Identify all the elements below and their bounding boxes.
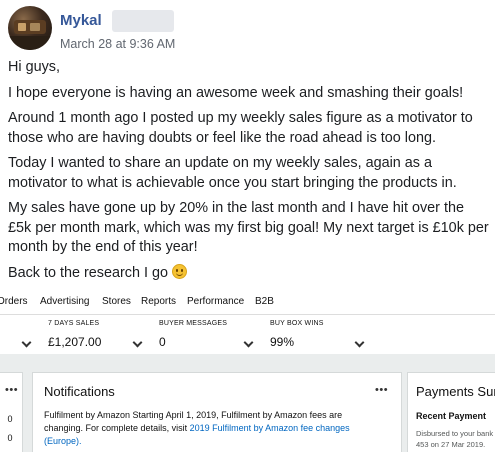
metric-label-messages: BUYER MESSAGES: [159, 320, 228, 327]
nav-advertising[interactable]: Advertising: [40, 296, 89, 307]
post-closing-line: Back to the research I go: [8, 263, 490, 284]
payment-detail-line: Disbursed to your bank: [416, 429, 494, 438]
fee-changes-link-suffix[interactable]: (Europe).: [44, 436, 82, 446]
post-paragraph: Hi guys,: [8, 59, 60, 75]
chevron-down-icon[interactable]: [21, 337, 32, 348]
post-body: Hi guys, I hope everyone is having an aw…: [8, 58, 490, 289]
notifications-title: Notifications: [44, 384, 115, 399]
metric-value-messages: 0: [159, 335, 166, 349]
nav-orders[interactable]: Orders: [0, 296, 28, 307]
post-timestamp[interactable]: March 28 at 9:36 AM: [60, 37, 175, 51]
payments-title: Payments Sum: [416, 384, 495, 399]
more-options-icon[interactable]: •••: [375, 384, 388, 396]
avatar-image-detail: [18, 23, 26, 31]
chevron-down-icon[interactable]: [243, 337, 254, 348]
notification-message: Fulfilment by Amazon Starting April 1, 2…: [44, 409, 374, 448]
more-options-icon[interactable]: •••: [5, 384, 18, 396]
avatar[interactable]: [8, 6, 52, 50]
seller-central-nav: Orders Advertising Stores Reports Perfor…: [0, 288, 495, 314]
left-widget-value: 0: [7, 433, 13, 443]
recent-payment-label: Recent Payment: [416, 411, 487, 421]
payment-details: Disbursed to your bank 453 on 27 Mar 2019…: [416, 428, 495, 450]
metric-label-sales: 7 DAYS SALES: [48, 320, 100, 327]
nav-stores[interactable]: Stores: [102, 296, 131, 307]
notification-source: Fulfilment by Amazon: [44, 410, 131, 420]
post-paragraph: I hope everyone is having an awesome wee…: [8, 84, 464, 101]
author-name[interactable]: Mykal: [60, 12, 102, 29]
metric-value-sales: £1,207.00: [48, 335, 102, 349]
chevron-down-icon[interactable]: [354, 337, 365, 348]
left-widget-value: 0: [7, 414, 13, 424]
smiley-face-icon: [171, 263, 187, 279]
fee-changes-link[interactable]: 2019 Fulfilment by Amazon fee changes: [190, 423, 350, 433]
metric-label-buybox: BUY BOX WINS: [270, 320, 324, 327]
post-closing-text: Back to the research I go: [8, 264, 168, 281]
post-paragraph: My sales have gone up by 20% in the last…: [8, 200, 489, 255]
payment-detail-line: 453 on 27 Mar 2019.: [416, 440, 486, 449]
nav-reports[interactable]: Reports: [141, 296, 176, 307]
avatar-image-detail: [8, 36, 52, 50]
post-paragraph: Around 1 month ago I posted up my weekly…: [8, 110, 473, 146]
avatar-image-detail: [30, 23, 40, 31]
redacted-surname: [112, 10, 174, 32]
nav-b2b[interactable]: B2B: [255, 296, 274, 307]
nav-performance[interactable]: Performance: [187, 296, 244, 307]
post-header: Mykal March 28 at 9:36 AM: [8, 6, 488, 52]
metrics-bar: 7 DAYS SALES £1,207.00 BUYER MESSAGES 0 …: [0, 314, 495, 354]
post-paragraph: Today I wanted to share an update on my …: [8, 155, 457, 191]
metric-value-buybox: 99%: [270, 335, 295, 349]
chevron-down-icon[interactable]: [132, 337, 143, 348]
